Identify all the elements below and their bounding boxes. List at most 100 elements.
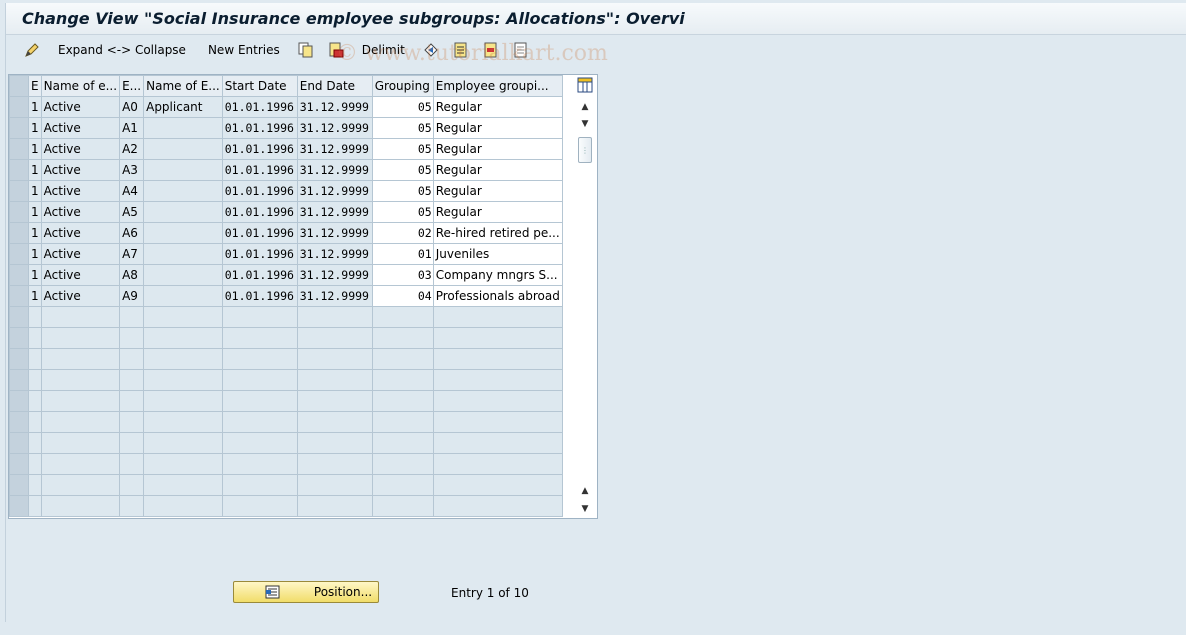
scroll-down-up-icon[interactable]: ▲ xyxy=(579,485,591,497)
deselect-all-button[interactable] xyxy=(507,39,535,61)
empty-row xyxy=(9,327,563,349)
row-selector[interactable] xyxy=(9,390,29,412)
expand-collapse-button[interactable]: Expand <-> Collapse xyxy=(48,39,196,61)
column-header[interactable]: Name of E... xyxy=(143,75,223,97)
table-cell[interactable]: 01 xyxy=(371,243,434,265)
row-selector[interactable] xyxy=(9,411,29,433)
table-cell: 01.01.1996 xyxy=(221,243,298,265)
new-entries-button[interactable]: New Entries xyxy=(198,39,290,61)
table-cell[interactable]: 04 xyxy=(371,285,434,307)
table-cell[interactable]: 02 xyxy=(371,222,434,244)
table-cell xyxy=(371,348,434,370)
table-cell[interactable]: Regular xyxy=(432,159,563,181)
table-cell[interactable]: Regular xyxy=(432,117,563,139)
table-cell[interactable]: Professionals abroad xyxy=(432,285,563,307)
scroll-page-down-icon[interactable]: ▼ xyxy=(579,503,591,515)
table-cell[interactable]: 05 xyxy=(371,117,434,139)
column-header[interactable]: Name of e... xyxy=(40,75,121,97)
row-selector[interactable] xyxy=(9,159,29,181)
select-block-button[interactable] xyxy=(477,39,505,61)
row-selector[interactable] xyxy=(9,117,29,139)
scroll-thumb[interactable]: ⋮ xyxy=(578,137,592,163)
table-cell[interactable]: Re-hired retired pe... xyxy=(432,222,563,244)
row-selector[interactable] xyxy=(9,327,29,349)
row-selector[interactable] xyxy=(9,201,29,223)
table-cell xyxy=(28,495,42,517)
row-selector[interactable] xyxy=(9,348,29,370)
row-selector[interactable] xyxy=(9,432,29,454)
table-cell: 1 xyxy=(28,222,42,244)
table-cell: 1 xyxy=(28,264,42,286)
row-selector[interactable] xyxy=(9,96,29,118)
table-cell xyxy=(221,348,298,370)
table-cell xyxy=(40,327,121,349)
table-cell xyxy=(221,369,298,391)
table-cell xyxy=(296,474,373,496)
select-all-rows-cell[interactable] xyxy=(9,75,29,97)
table-row: 1 Active A9 01.01.1996 31.12.9999 04 Professio… xyxy=(9,285,563,307)
table-cell: 31.12.9999 xyxy=(296,138,373,160)
table-cell[interactable]: 05 xyxy=(371,201,434,223)
table-cell xyxy=(40,474,121,496)
table-cell: 31.12.9999 xyxy=(296,159,373,181)
table-cell: A8 xyxy=(119,264,145,286)
row-selector[interactable] xyxy=(9,474,29,496)
table-cell[interactable]: Regular xyxy=(432,138,563,160)
table-cell[interactable]: 05 xyxy=(371,96,434,118)
table-cell[interactable]: Regular xyxy=(432,201,563,223)
column-header[interactable]: Start Date xyxy=(221,75,298,97)
row-selector[interactable] xyxy=(9,180,29,202)
allocations-table: E Name of e... E... Name of E... Start D… xyxy=(9,75,563,517)
table-cell xyxy=(221,411,298,433)
table-settings-icon xyxy=(577,77,593,96)
table-row: 1 Active A2 01.01.1996 31.12.9999 05 Regular xyxy=(9,138,563,160)
table-cell xyxy=(119,432,145,454)
column-header[interactable]: Grouping xyxy=(371,75,434,97)
column-header[interactable]: E xyxy=(28,75,42,97)
row-selector[interactable] xyxy=(9,243,29,265)
scroll-up-icon[interactable]: ▼ xyxy=(579,118,591,130)
table-cell[interactable]: 05 xyxy=(371,180,434,202)
table-cell[interactable]: 05 xyxy=(371,159,434,181)
display-change-button[interactable] xyxy=(18,39,46,61)
table-cell xyxy=(221,474,298,496)
row-selector[interactable] xyxy=(9,453,29,475)
table-cell xyxy=(296,411,373,433)
scroll-page-up-icon[interactable]: ▲ xyxy=(579,101,591,113)
row-selector[interactable] xyxy=(9,138,29,160)
row-selector[interactable] xyxy=(9,306,29,328)
table-settings-button[interactable] xyxy=(576,77,594,95)
expand-collapse-label: Expand <-> Collapse xyxy=(58,43,186,57)
column-header[interactable]: Employee groupi... xyxy=(432,75,563,97)
row-selector[interactable] xyxy=(9,285,29,307)
row-selector[interactable] xyxy=(9,495,29,517)
table-cell[interactable]: Juveniles xyxy=(432,243,563,265)
delimit-button[interactable]: Delimit xyxy=(352,39,415,61)
table-cell[interactable]: 05 xyxy=(371,138,434,160)
copy-as-button[interactable] xyxy=(292,39,320,61)
table-cell xyxy=(432,369,563,391)
table-cell: A4 xyxy=(119,180,145,202)
table-cell[interactable]: Company mngrs S... xyxy=(432,264,563,286)
table-cell xyxy=(296,306,373,328)
table-cell xyxy=(119,369,145,391)
table-cell[interactable]: Regular xyxy=(432,180,563,202)
table-row: 1 Active A3 01.01.1996 31.12.9999 05 Regular xyxy=(9,159,563,181)
undo-change-button[interactable] xyxy=(417,39,445,61)
vertical-scrollbar[interactable]: ▲ ▼ ⋮ ▲ ▼ xyxy=(573,75,597,518)
row-selector[interactable] xyxy=(9,222,29,244)
select-all-button[interactable] xyxy=(447,39,475,61)
column-header[interactable]: E... xyxy=(119,75,145,97)
undo-icon xyxy=(423,42,439,58)
table-cell xyxy=(143,243,223,265)
position-button[interactable]: Position... xyxy=(233,581,379,603)
table-cell[interactable]: Regular xyxy=(432,96,563,118)
table-cell[interactable]: 03 xyxy=(371,264,434,286)
table-cell: 01.01.1996 xyxy=(221,138,298,160)
table-cell xyxy=(143,432,223,454)
column-header[interactable]: End Date xyxy=(296,75,373,97)
row-selector[interactable] xyxy=(9,369,29,391)
row-selector[interactable] xyxy=(9,264,29,286)
table-cell xyxy=(143,201,223,223)
delete-button[interactable] xyxy=(322,39,350,61)
